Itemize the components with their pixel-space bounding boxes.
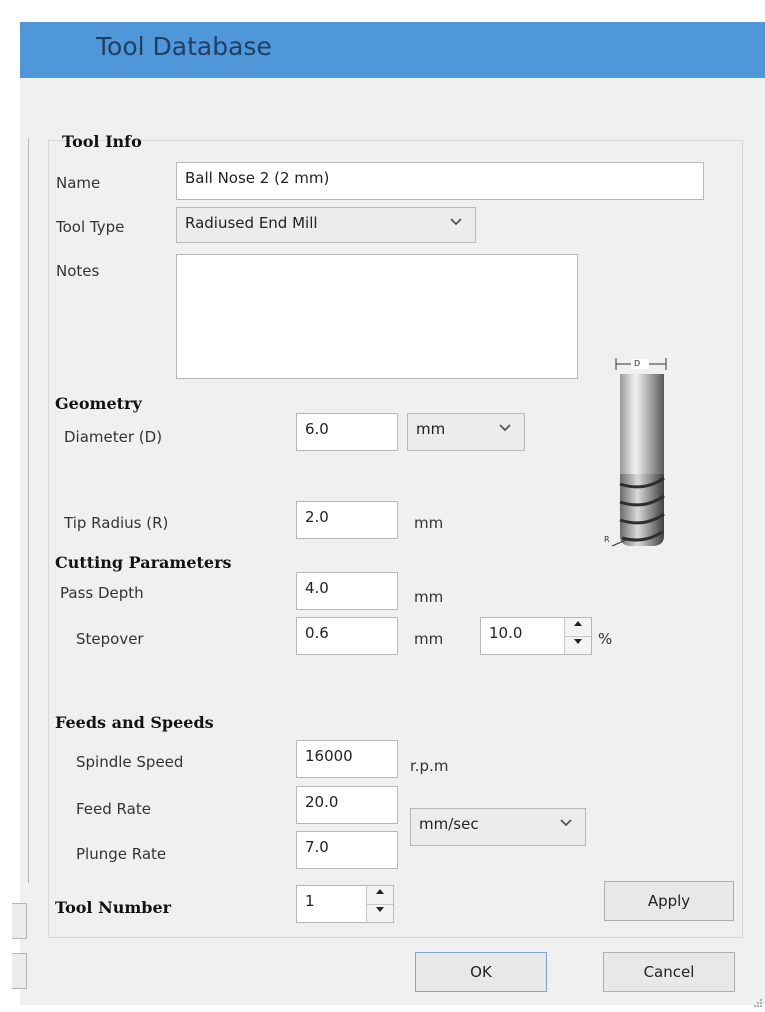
feed-rate-label: Feed Rate (76, 800, 151, 818)
spindle-speed-input[interactable]: 16000 (296, 740, 398, 778)
ok-button[interactable]: OK (415, 952, 547, 992)
stepover-unit: mm (414, 630, 444, 648)
tip-radius-label: Tip Radius (R) (64, 514, 169, 532)
diameter-input[interactable]: 6.0 (296, 413, 398, 451)
title-bar[interactable]: Tool Database (20, 22, 765, 78)
left-panel-button-edge[interactable] (12, 953, 27, 989)
rate-units-value: mm/sec (419, 815, 479, 833)
stepover-percent-spinner[interactable]: 10.0 (480, 617, 592, 655)
triangle-down-icon[interactable] (367, 904, 393, 922)
left-panel-button-edge[interactable] (12, 903, 27, 939)
tip-radius-unit: mm (414, 514, 444, 532)
tool-number-label: Tool Number (55, 898, 172, 917)
name-label: Name (56, 174, 101, 192)
units-value: mm (416, 420, 446, 438)
end-mill-illustration (611, 358, 667, 547)
rate-units-select[interactable]: mm/sec (410, 808, 586, 846)
plunge-rate-input[interactable]: 7.0 (296, 831, 398, 869)
left-panel-edge (18, 138, 29, 883)
feeds-speeds-heading: Feeds and Speeds (55, 713, 214, 732)
name-input[interactable]: Ball Nose 2 (2 mm) (176, 162, 704, 200)
units-select[interactable]: mm (407, 413, 525, 451)
feed-rate-input[interactable]: 20.0 (296, 786, 398, 824)
stepover-spin-buttons (564, 618, 591, 654)
diameter-label: Diameter (D) (64, 428, 163, 446)
percent-sign: % (598, 630, 613, 648)
tool-type-value: Radiused End Mill (185, 214, 318, 232)
spindle-speed-unit: r.p.m (410, 757, 449, 775)
chevron-down-icon (498, 422, 512, 437)
triangle-down-icon[interactable] (565, 636, 591, 654)
window-title: Tool Database (96, 32, 272, 61)
diagram-radius-label: R (604, 535, 610, 544)
tool-number-value: 1 (305, 892, 315, 910)
plunge-rate-label: Plunge Rate (76, 845, 167, 863)
tip-radius-value: 2.0 (305, 508, 329, 526)
pass-depth-input[interactable]: 4.0 (296, 572, 398, 610)
plunge-rate-value: 7.0 (305, 838, 329, 856)
diagram-diameter-label: D (634, 359, 641, 368)
tip-radius-input[interactable]: 2.0 (296, 501, 398, 539)
stepover-input[interactable]: 0.6 (296, 617, 398, 655)
pass-depth-value: 4.0 (305, 579, 329, 597)
stepover-label: Stepover (76, 630, 144, 648)
end-mill-diagram: D R (604, 354, 684, 554)
spindle-speed-label: Spindle Speed (76, 753, 184, 771)
apply-button[interactable]: Apply (604, 881, 734, 921)
notes-label: Notes (56, 262, 100, 280)
chevron-down-icon (559, 817, 573, 832)
cancel-button[interactable]: Cancel (603, 952, 735, 992)
stepover-percent-value: 10.0 (489, 624, 523, 642)
feed-rate-value: 20.0 (305, 793, 339, 811)
tool-type-select[interactable]: Radiused End Mill (176, 207, 476, 243)
notes-textarea[interactable] (176, 254, 578, 379)
triangle-up-icon[interactable] (367, 886, 393, 904)
pass-depth-unit: mm (414, 588, 444, 606)
diameter-value: 6.0 (305, 420, 329, 438)
resize-grip-icon[interactable] (753, 993, 763, 1007)
name-input-value: Ball Nose 2 (2 mm) (185, 169, 330, 187)
pass-depth-label: Pass Depth (60, 584, 144, 602)
cutting-parameters-heading: Cutting Parameters (55, 553, 232, 572)
stepover-value: 0.6 (305, 624, 329, 642)
tool-number-spin-buttons (366, 886, 393, 922)
chevron-down-icon (449, 216, 463, 231)
geometry-heading: Geometry (55, 394, 142, 413)
tool-number-spinner[interactable]: 1 (296, 885, 394, 923)
spindle-speed-value: 16000 (305, 747, 353, 765)
triangle-up-icon[interactable] (565, 618, 591, 636)
tool-info-heading: Tool Info (62, 132, 142, 151)
tool-type-label: Tool Type (56, 218, 125, 236)
